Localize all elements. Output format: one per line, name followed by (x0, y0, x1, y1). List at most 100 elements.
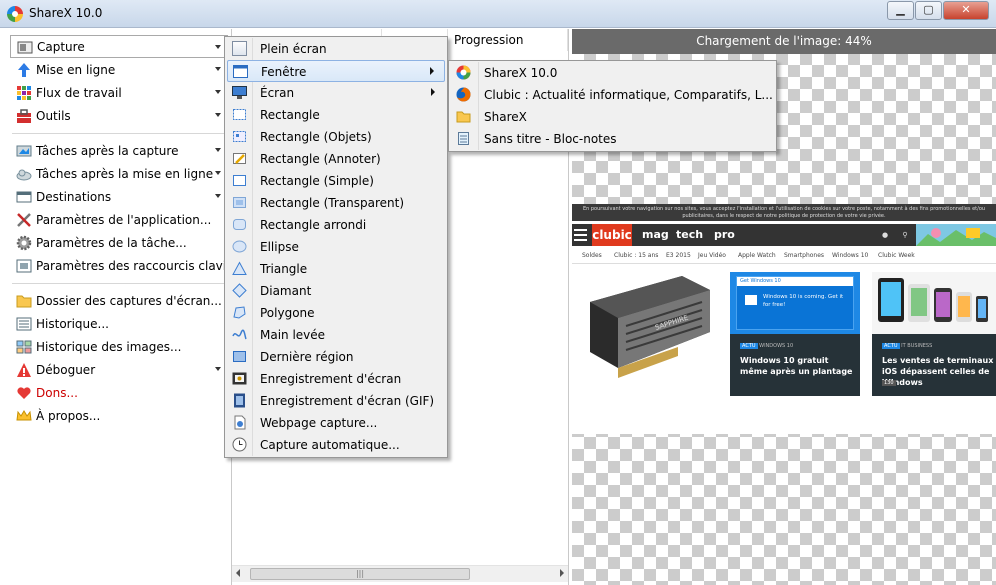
scrollbar-thumb[interactable]: ||| (250, 568, 470, 580)
destinations-icon (16, 189, 32, 205)
site-header: clubic mag tech pro ● ⚲ (572, 224, 996, 246)
cloud-upload-icon (16, 166, 32, 182)
keyboard-shortcut-icon (16, 258, 32, 274)
sidebar-item-upload[interactable]: Mise en ligne (0, 58, 232, 81)
webpage-screenshot: En poursuivant votre navigation sur nos … (572, 204, 996, 434)
subnav-item: Clubic : 15 ans (614, 252, 659, 259)
menu-item-auto-capture[interactable]: Capture automatique... (227, 434, 445, 456)
fullscreen-icon (232, 41, 247, 56)
menu-item-rectangle-annotate[interactable]: Rectangle (Annoter) (227, 148, 445, 170)
triangle-icon (232, 261, 247, 276)
graphics-card-image: SAPPHIRE (590, 276, 710, 378)
menu-item-rectangle-transparent[interactable]: Rectangle (Transparent) (227, 192, 445, 214)
menu-item-polygon[interactable]: Polygone (227, 302, 445, 324)
chevron-down-icon (215, 194, 221, 198)
sidebar-item-screenshots-folder[interactable]: Dossier des captures d'écran... (0, 289, 232, 312)
sidebar-item-label: Historique des images... (36, 339, 182, 354)
submenu-item-notepad[interactable]: Sans titre - Bloc-notes (451, 128, 773, 150)
article-tag-label: ACTU (740, 343, 758, 349)
menu-item-label: Rectangle arrondi (260, 218, 367, 232)
menu-item-label: Main levée (260, 328, 326, 342)
menu-item-rounded-rectangle[interactable]: Rectangle arrondi (227, 214, 445, 236)
scroll-left-icon[interactable] (236, 569, 240, 577)
window-submenu: ShareX 10.0 Clubic : Actualité informati… (448, 60, 777, 152)
menu-item-last-region[interactable]: Dernière région (227, 346, 445, 368)
sidebar-item-donate[interactable]: Dons... (0, 381, 232, 404)
sidebar-item-history[interactable]: Historique... (0, 312, 232, 335)
menu-item-triangle[interactable]: Triangle (227, 258, 445, 280)
sidebar-item-workflows[interactable]: Flux de travail (0, 81, 232, 104)
menu-item-fullscreen[interactable]: Plein écran (227, 38, 445, 60)
sidebar-item-task-settings[interactable]: Paramètres de la tâche... (0, 231, 232, 254)
submenu-arrow-icon (430, 67, 434, 75)
sidebar-item-after-capture[interactable]: Tâches après la capture (0, 139, 232, 162)
horizontal-scrollbar[interactable]: ||| (232, 565, 568, 582)
article-tag-label: ACTU (882, 343, 900, 349)
menu-item-gif-recording[interactable]: Enregistrement d'écran (GIF) (227, 390, 445, 412)
folder-icon (456, 109, 471, 124)
submenu-item-sharex[interactable]: ShareX 10.0 (451, 62, 773, 84)
sidebar-item-destinations[interactable]: Destinations (0, 185, 232, 208)
menu-item-monitor[interactable]: Écran (227, 82, 445, 104)
sidebar-item-tools[interactable]: Outils (0, 104, 232, 127)
menu-item-webpage-capture[interactable]: Webpage capture... (227, 412, 445, 434)
banner-title: Get Windows 10 (737, 277, 853, 286)
minimize-button[interactable]: ▁ (887, 1, 914, 20)
submenu-item-label: Sans titre - Bloc-notes (484, 132, 617, 146)
menu-item-screen-recording[interactable]: Enregistrement d'écran (227, 368, 445, 390)
close-button[interactable]: ✕ (943, 1, 989, 20)
freehand-icon (232, 327, 247, 342)
chevron-down-icon (215, 367, 221, 371)
rectangle-annotate-icon (232, 151, 247, 166)
menu-item-label: Rectangle (260, 108, 320, 122)
sidebar-item-debug[interactable]: Déboguer (0, 358, 232, 381)
polygon-icon (232, 305, 247, 320)
menu-item-window[interactable]: Fenêtre (227, 60, 445, 82)
hamburger-icon (574, 229, 587, 241)
sidebar-item-app-settings[interactable]: Paramètres de l'application... (0, 208, 232, 231)
menu-item-rectangle-objects[interactable]: Rectangle (Objets) (227, 126, 445, 148)
webpage-capture-icon (232, 415, 247, 430)
menu-item-label: Plein écran (260, 42, 327, 56)
menu-item-label: Diamant (260, 284, 312, 298)
menu-item-diamond[interactable]: Diamant (227, 280, 445, 302)
sharex-logo-icon (7, 6, 23, 22)
ellipse-icon (232, 239, 247, 254)
sidebar-item-after-upload[interactable]: Tâches après la mise en ligne (0, 162, 232, 185)
heart-icon (16, 385, 32, 401)
sidebar-item-capture[interactable]: Capture (10, 35, 228, 58)
image-history-icon (16, 339, 32, 355)
menu-item-ellipse[interactable]: Ellipse (227, 236, 445, 258)
submenu-item-firefox-clubic[interactable]: Clubic : Actualité informatique, Compara… (451, 84, 773, 106)
menu-item-freehand[interactable]: Main levée (227, 324, 445, 346)
submenu-item-sharex-folder[interactable]: ShareX (451, 106, 773, 128)
menu-item-label: Triangle (260, 262, 308, 276)
maximize-button[interactable]: ▢ (915, 1, 942, 20)
menu-item-label: Rectangle (Annoter) (260, 152, 381, 166)
subnav-item: Smartphones (784, 252, 825, 259)
sidebar-item-label: À propos... (36, 408, 101, 423)
subnav-item: Jeu Vidéo (698, 252, 726, 259)
site-nav-item: mag (642, 228, 669, 241)
sidebar-item-image-history[interactable]: Historique des images... (0, 335, 232, 358)
scroll-right-icon[interactable] (560, 569, 564, 577)
site-subnav: Soldes Clubic : 15 ans E3 2015 Jeu Vidéo… (572, 248, 996, 264)
menu-item-rectangle[interactable]: Rectangle (227, 104, 445, 126)
article-card: Get Windows 10 Windows 10 is coming. Get… (730, 272, 860, 396)
sidebar-item-label: Flux de travail (36, 85, 122, 100)
sidebar-item-label: Paramètres de la tâche... (36, 235, 187, 250)
diamond-icon (232, 283, 247, 298)
sidebar-item-label: Dons... (36, 385, 78, 400)
article-headline: Windows 10 gratuit même après un plantag… (740, 356, 853, 376)
article-category: IT BUSINESS (901, 343, 933, 349)
sidebar-item-about[interactable]: À propos... (0, 404, 232, 427)
chevron-down-icon (215, 148, 221, 152)
menu-item-rectangle-simple[interactable]: Rectangle (Simple) (227, 170, 445, 192)
notepad-icon (456, 131, 471, 146)
submenu-item-label: Clubic : Actualité informatique, Compara… (484, 88, 773, 102)
sidebar-item-hotkey-settings[interactable]: Paramètres des raccourcis clavier... (0, 254, 249, 277)
monitor-icon (232, 85, 247, 100)
column-header-progress[interactable]: Progression (448, 29, 568, 51)
toolbox-icon (16, 108, 32, 124)
menu-item-label: Écran (260, 86, 295, 100)
